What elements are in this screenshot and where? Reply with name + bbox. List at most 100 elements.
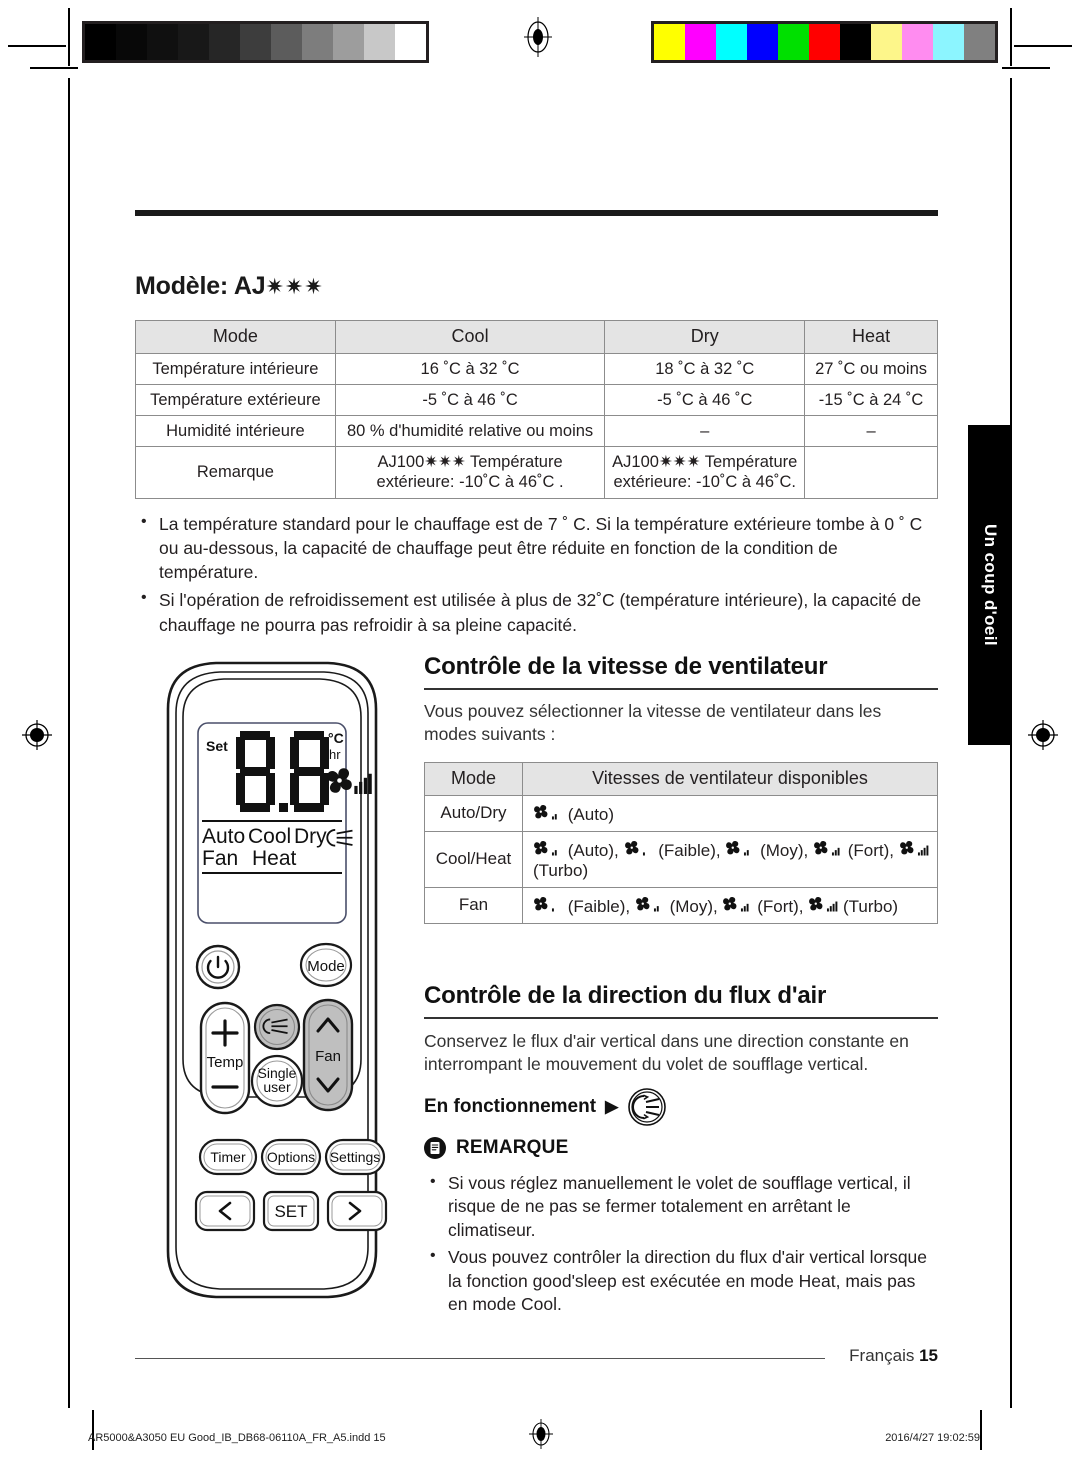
fan-speed-icon-level-2 bbox=[725, 837, 755, 859]
fan-speed-icon-level-3 bbox=[722, 893, 752, 915]
cell-cool: -5 ˚C à 46 ˚C bbox=[334, 384, 606, 417]
remote-right-button bbox=[326, 1190, 388, 1232]
operating-range-notes: La température standard pour le chauffag… bbox=[135, 511, 940, 641]
crop-mark-tr-h bbox=[1014, 45, 1072, 47]
registration-mark-bottom bbox=[528, 1418, 554, 1450]
col-header-cool: Cool bbox=[334, 320, 606, 354]
print-slug-right: 2016/4/27 19:02:59 bbox=[885, 1432, 980, 1444]
trim-line-right-inner bbox=[980, 1410, 982, 1450]
trim-line-left-inner bbox=[92, 1410, 94, 1450]
calibration-swatch-4 bbox=[778, 24, 809, 60]
operating-range-table: Mode Cool Dry Heat Température intérieur… bbox=[135, 320, 938, 499]
col-header-heat: Heat bbox=[804, 320, 938, 354]
fan-speed-paragraph: Vous pouvez sélectionner la vitesse de v… bbox=[424, 701, 882, 745]
page-title: Modèle: AJ✷✷✷ bbox=[135, 272, 324, 301]
section-tab-un-coup-doeil: Un coup d'oeil bbox=[968, 425, 1012, 745]
calibration-swatch-8 bbox=[333, 24, 364, 60]
fan-speed-icon-level-3 bbox=[813, 837, 843, 859]
remote-timer-button: Timer bbox=[198, 1138, 258, 1176]
svg-text:SET: SET bbox=[274, 1202, 307, 1221]
row-label: Température extérieure bbox=[135, 384, 336, 417]
table-row: Remarque AJ100✷✷✷ Température extérieure… bbox=[135, 446, 938, 499]
calibration-swatch-6 bbox=[840, 24, 871, 60]
calibration-swatch-9 bbox=[364, 24, 395, 60]
table-header-row: Mode Cool Dry Heat bbox=[135, 320, 938, 354]
grayscale-calibration-bar bbox=[82, 21, 429, 63]
list-item: Si vous réglez manuellement le volet de … bbox=[424, 1171, 938, 1242]
crop-mark-tr-v bbox=[1010, 8, 1012, 66]
note-heading: REMARQUE bbox=[424, 1137, 568, 1159]
col-header-speeds: Vitesses de ventilateur disponibles bbox=[522, 762, 938, 796]
svg-text:Fan: Fan bbox=[315, 1048, 341, 1065]
svg-text:Auto: Auto bbox=[202, 825, 245, 848]
calibration-swatch-4 bbox=[209, 24, 240, 60]
registration-mark-top bbox=[521, 17, 555, 57]
svg-text:user: user bbox=[263, 1079, 291, 1095]
operation-label: En fonctionnement bbox=[424, 1096, 597, 1117]
calibration-swatch-1 bbox=[685, 24, 716, 60]
cell-speeds: (Auto) bbox=[522, 794, 938, 832]
remote-set-button: SET bbox=[262, 1190, 320, 1232]
cell-cool: 16 ˚C à 32 ˚C bbox=[334, 352, 606, 386]
fan-speed-label: (Moy), bbox=[760, 840, 809, 860]
remote-temp-button: Temp bbox=[199, 1001, 251, 1115]
svg-text:hr: hr bbox=[329, 747, 341, 762]
remote-options-button: Options bbox=[260, 1138, 322, 1176]
remote-control-illustration: Set °C hr Auto Cool Dry Fan Heat Mode Te… bbox=[138, 655, 406, 1305]
heading-underline bbox=[424, 688, 938, 690]
fan-speed-icon-level-4 bbox=[808, 893, 838, 915]
fan-speed-icon-level-1 bbox=[624, 837, 654, 859]
print-slug-left: AR5000&A3050 EU Good_IB_DB68-06110A_FR_A… bbox=[88, 1432, 386, 1444]
cell-speeds: (Faible), (Moy), (Fort), (Turbo) bbox=[522, 887, 938, 924]
note-bullets: Si vous réglez manuellement le volet de … bbox=[424, 1171, 938, 1321]
cell-dry: AJ100✷✷✷ Température extérieure: -10˚C à… bbox=[604, 446, 806, 499]
table-row: Température extérieure -5 ˚C à 46 ˚C -5 … bbox=[135, 384, 938, 417]
svg-text:Set: Set bbox=[206, 738, 228, 754]
table-row: Température intérieure 16 ˚C à 32 ˚C 18 … bbox=[135, 352, 938, 386]
remote-left-button bbox=[194, 1190, 256, 1232]
calibration-swatch-0 bbox=[85, 24, 116, 60]
fan-speed-icon-level-4 bbox=[899, 837, 929, 859]
crop-mark-tr-h2 bbox=[1002, 67, 1050, 69]
svg-text:Temp: Temp bbox=[207, 1054, 244, 1071]
calibration-swatch-5 bbox=[240, 24, 271, 60]
arrow-right-icon: ▶ bbox=[605, 1097, 619, 1116]
svg-text:Cool: Cool bbox=[248, 825, 291, 848]
operation-instruction: En fonctionnement ▶ bbox=[424, 1087, 938, 1127]
fan-speed-label: (Turbo) bbox=[842, 897, 899, 917]
cell-mode: Cool/Heat bbox=[424, 830, 523, 889]
fan-speed-icon-level-1 bbox=[533, 893, 563, 915]
calibration-swatch-5 bbox=[809, 24, 840, 60]
cell-cool: AJ100✷✷✷ Température extérieure: -10˚C à… bbox=[334, 446, 606, 499]
note-document-icon bbox=[424, 1137, 446, 1159]
remote-power-button bbox=[195, 944, 241, 990]
cell-heat: – bbox=[804, 415, 938, 448]
registration-mark-left bbox=[20, 718, 54, 752]
footer-language: Français bbox=[849, 1346, 915, 1365]
heading-airflow-direction-control: Contrôle de la direction du flux d'air bbox=[424, 982, 938, 1019]
fan-speed-label: (Auto) bbox=[567, 804, 615, 824]
note-title: REMARQUE bbox=[456, 1137, 569, 1158]
calibration-swatch-2 bbox=[716, 24, 747, 60]
manual-page: Un coup d'oeil Modèle: AJ✷✷✷ Mode Cool D… bbox=[0, 0, 1080, 1476]
cell-dry: 18 ˚C à 32 ˚C bbox=[604, 352, 806, 386]
fan-speed-label: (Moy), bbox=[669, 897, 718, 917]
trim-line-left bbox=[68, 78, 70, 1408]
cell-speeds: (Auto), (Faible), (Moy), (Fort), (Turbo) bbox=[522, 830, 938, 889]
row-label: Humidité intérieure bbox=[135, 415, 336, 448]
svg-text:°C: °C bbox=[328, 730, 344, 746]
footer-page-number: 15 bbox=[919, 1346, 938, 1365]
page-title-text: Modèle: AJ bbox=[135, 272, 266, 300]
table-row: Fan (Faible), (Moy), (Fort), (Turbo) bbox=[424, 887, 938, 924]
crop-mark-tl-h bbox=[8, 45, 66, 47]
table-row: Humidité intérieure 80 % d'humidité rela… bbox=[135, 415, 938, 448]
color-calibration-bar bbox=[651, 21, 998, 63]
header-rule bbox=[135, 210, 938, 216]
fan-speed-label: (Faible), bbox=[567, 897, 631, 917]
fan-speed-table: Mode Vitesses de ventilateur disponibles… bbox=[424, 762, 938, 924]
svg-text:Heat: Heat bbox=[252, 847, 297, 870]
footer-rule bbox=[135, 1358, 825, 1359]
airflow-direction-button-icon bbox=[627, 1087, 667, 1127]
page-title-stars: ✷✷✷ bbox=[265, 274, 324, 299]
svg-text:Mode: Mode bbox=[307, 958, 345, 975]
